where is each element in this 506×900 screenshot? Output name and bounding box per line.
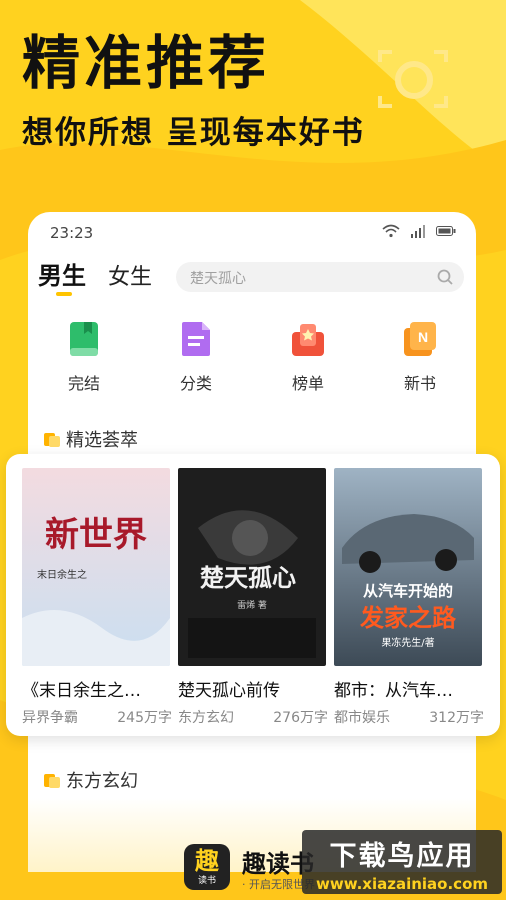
gender-tabs: 男生 女生 xyxy=(38,256,152,296)
svg-text:N: N xyxy=(418,329,428,345)
book-item[interactable]: 楚天孤心 雷烯 著 楚天孤心前传 东方玄幻 276万字 xyxy=(178,468,328,727)
book-title: 楚天孤心前传 xyxy=(178,681,280,701)
category-classify[interactable]: 分类 xyxy=(156,320,236,394)
book-title: 都市：从汽车… xyxy=(334,681,453,701)
status-icons xyxy=(382,224,456,238)
hero-subtitle: 想你所想 呈现每本好书 xyxy=(22,115,365,151)
featured-books-card: 新世界 末日余生之 《末日余生之… 异界争霸 245万字 楚天孤心 雷烯 著 楚… xyxy=(6,454,500,736)
app-logo-glyph: 趣 xyxy=(195,847,219,875)
cover-title: 楚天孤心 xyxy=(200,563,296,592)
category-ranking[interactable]: 榜单 xyxy=(268,320,348,394)
battery-icon xyxy=(436,226,456,236)
category-label: 分类 xyxy=(179,374,212,393)
cover-title-2: 发家之路 xyxy=(359,604,457,632)
cover-subtitle: 雷烯 著 xyxy=(237,599,267,611)
book-meta: 都市娱乐 312万字 xyxy=(334,707,484,727)
search-icon[interactable] xyxy=(436,268,454,286)
new-book-icon: N xyxy=(404,322,436,356)
category-new-book[interactable]: N 新书 xyxy=(380,320,460,394)
category-finished[interactable]: 完结 xyxy=(44,320,124,394)
book-words: 245万字 xyxy=(117,710,172,726)
category-label: 完结 xyxy=(67,374,100,393)
ranking-icon xyxy=(292,324,324,356)
book-title: 《末日余生之… xyxy=(22,681,141,701)
book-genre: 异界争霸 xyxy=(22,710,78,726)
book-words: 276万字 xyxy=(273,710,328,726)
cover-title: 从汽车开始的 xyxy=(363,582,453,600)
book-item[interactable]: 从汽车开始的 发家之路 果冻先生/著 都市：从汽车… 都市娱乐 312万字 xyxy=(334,468,484,727)
app-logo: 趣 读书 xyxy=(184,844,230,890)
app-logo-sub: 读书 xyxy=(197,876,216,886)
site-watermark: 下载鸟应用 www.xiazainiao.com xyxy=(302,830,502,894)
book-meta: 东方玄幻 276万字 xyxy=(178,707,328,727)
section-title: 东方玄幻 xyxy=(66,771,138,792)
category-row: 完结 分类 榜单 N 新书 xyxy=(28,320,476,400)
cover-subtitle: 果冻先生/著 xyxy=(381,636,434,649)
category-label: 新书 xyxy=(403,374,436,393)
hero-title: 精准推荐 xyxy=(22,29,271,97)
book-words: 312万字 xyxy=(429,710,484,726)
book-item[interactable]: 新世界 末日余生之 《末日余生之… 异界争霸 245万字 xyxy=(22,468,172,727)
watermark-url: www.xiazainiao.com xyxy=(315,875,489,893)
camera-icon xyxy=(378,50,448,108)
cover-title: 新世界 xyxy=(45,515,147,555)
section-icon xyxy=(44,431,60,447)
book-cover: 新世界 末日余生之 xyxy=(22,468,170,666)
book-cover: 楚天孤心 雷烯 著 xyxy=(178,468,326,666)
search-input[interactable]: 楚天孤心 xyxy=(176,262,464,292)
book-genre: 东方玄幻 xyxy=(178,710,234,726)
signal-icon xyxy=(411,225,425,238)
book-cover: 从汽车开始的 发家之路 果冻先生/著 xyxy=(334,468,482,666)
tab-male[interactable]: 男生 xyxy=(38,256,86,296)
watermark-title: 下载鸟应用 xyxy=(329,841,475,872)
book-genre: 都市娱乐 xyxy=(334,710,390,726)
cover-subtitle: 末日余生之 xyxy=(37,568,87,581)
section-featured: 精选荟萃 xyxy=(44,426,138,452)
book-meta: 异界争霸 245万字 xyxy=(22,707,172,727)
tab-female[interactable]: 女生 xyxy=(108,259,152,291)
section-icon xyxy=(44,772,60,788)
search-placeholder: 楚天孤心 xyxy=(190,271,246,287)
section-title: 精选荟萃 xyxy=(66,430,138,451)
status-time: 23:23 xyxy=(50,224,94,242)
category-label: 榜单 xyxy=(291,374,324,393)
section-eastern-fantasy: 东方玄幻 xyxy=(44,767,138,793)
book-icon xyxy=(70,322,98,356)
document-icon xyxy=(182,322,210,356)
wifi-icon xyxy=(382,224,400,238)
